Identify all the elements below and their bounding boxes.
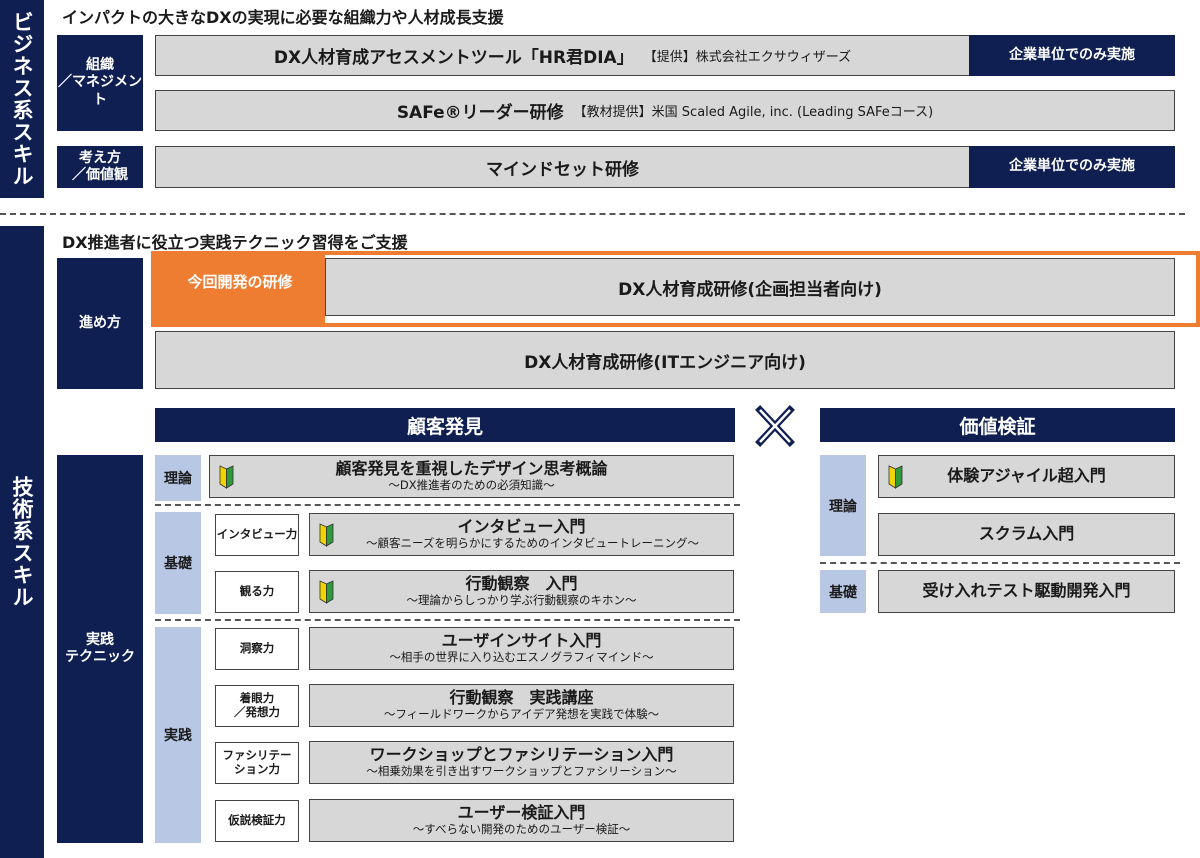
course-scrum-intro: スクラム入門 [878,513,1175,556]
skill-hypothesis: 仮説検証力 [215,800,299,842]
course-scrum-intro-title: スクラム入門 [978,524,1075,544]
value-level-theory: 理論 [820,455,866,556]
category-organization: 組織 ／マネジメント [57,35,143,131]
cross-icon [752,404,798,448]
course-observation-intro-title: 行動観察 入門 [465,574,578,594]
course-user-insight-title: ユーザインサイト入門 [441,631,602,651]
course-observation-practice: 行動観察 実践講座 ～フィールドワークからアイデア発想を実践で体験～ [309,684,734,727]
course-safe-leader-title: SAFe®リーダー研修 [396,103,564,123]
category-approach: 進め方 [57,258,143,389]
level-basic: 基礎 [155,512,201,614]
course-workshop-sub: ～相乗効果を引き出すワークショップとファシリーション～ [366,763,677,778]
course-design-thinking-sub: ～DX推進者のための必須知識～ [388,477,555,492]
course-user-insight: ユーザインサイト入門 ～相手の世界に入り込むエスノグラフィマインド～ [309,627,734,670]
company-only-tag: 企業単位でのみ実施 [969,146,1175,188]
value-level-basic: 基礎 [820,570,866,613]
course-mindset-title: マインドセット研修 [486,159,639,180]
level-theory: 理論 [155,455,201,501]
level-divider [155,504,740,506]
course-dx-planner: DX人材育成研修(企画担当者向け) [325,258,1175,316]
business-heading: インパクトの大きなDXの実現に必要な組織力や人材成長支援 [62,8,504,27]
course-atdd-intro: 受け入れテスト駆動開発入門 [878,570,1175,613]
course-user-validation-title: ユーザー検証入門 [457,803,586,823]
course-dx-planner-title: DX人材育成研修(企画担当者向け) [618,279,882,300]
course-interview-sub: ～顧客ニーズを明らかにするためのインタビュートレーニング～ [365,535,700,550]
course-safe-leader: SAFe®リーダー研修 【教材提供】米国 Scaled Agile, inc. … [155,90,1175,131]
level-divider [155,619,740,621]
tech-heading: DX推進者に役立つ実践テクニック習得をご支援 [62,233,408,252]
course-agile-intro-title: 体験アジャイル超入門 [947,466,1106,486]
category-mindset: 考え方 ／価値観 [57,146,143,188]
course-observation-practice-title: 行動観察 実践講座 [449,688,594,708]
customer-discovery-header: 顧客発見 [155,408,735,442]
course-atdd-intro-title: 受け入れテスト駆動開発入門 [922,581,1131,601]
beginner-mark-icon [319,579,334,604]
course-interview-title: インタビュー入門 [457,517,586,537]
course-user-validation: ユーザー検証入門 ～すべらない開発のためのユーザー検証～ [309,799,734,842]
beginner-mark-icon [888,464,903,489]
course-agile-intro: 体験アジャイル超入門 [878,455,1175,498]
course-observation-intro: 行動観察 入門 ～理論からしっかり学ぶ行動観察のキホン～ [309,570,734,613]
course-user-validation-sub: ～すべらない開発のためのユーザー検証～ [412,821,631,836]
course-design-thinking: 顧客発見を重視したデザイン思考概論 ～DX推進者のための必須知識～ [209,455,734,498]
tech-skills-band: 技術系スキル [0,226,44,858]
skill-interview: インタビュー力 [215,514,299,556]
category-practical-technique: 実践 テクニック [57,455,143,843]
skill-facilitation: ファシリテー ション力 [215,742,299,784]
course-observation-intro-sub: ～理論からしっかり学ぶ行動観察のキホン～ [406,592,637,607]
section-divider [0,213,1185,215]
course-workshop-title: ワークショップとファシリテーション入門 [369,745,674,765]
course-observation-practice-sub: ～フィールドワークからアイデア発想を実践で体験～ [383,706,660,721]
course-dx-engineer-title: DX人材育成研修(ITエンジニア向け) [524,352,806,373]
level-practice: 実践 [155,627,201,843]
course-hr-dia-note: 【提供】株式会社エクサウィザーズ [643,50,852,65]
course-hr-dia-title: DX人材育成アセスメントツール「HR君DIA」 [273,48,634,68]
course-interview: インタビュー入門 ～顧客ニーズを明らかにするためのインタビュートレーニング～ [309,513,734,556]
beginner-mark-icon [219,464,234,489]
skill-observation: 観る力 [215,571,299,613]
business-skills-label: ビジネス系スキル [10,11,34,187]
skill-insight: 洞察力 [215,628,299,670]
company-only-tag: 企業単位でのみ実施 [969,35,1175,76]
new-course-label-text: 今回開発の研修 [187,272,293,291]
course-design-thinking-title: 顧客発見を重視したデザイン思考概論 [335,459,608,479]
course-dx-engineer: DX人材育成研修(ITエンジニア向け) [155,331,1175,389]
business-skills-band: ビジネス系スキル [0,0,44,198]
course-safe-leader-note: 【教材提供】米国 Scaled Agile, inc. (Leading SAF… [573,105,934,120]
value-validation-header: 価値検証 [820,408,1175,442]
new-course-label: 今回開発の研修 [155,255,325,323]
course-user-insight-sub: ～相手の世界に入り込むエスノグラフィマインド～ [389,649,654,664]
level-divider [820,562,1180,564]
beginner-mark-icon [319,522,334,547]
skill-ideation: 着眼力 ／発想力 [215,685,299,727]
course-workshop: ワークショップとファシリテーション入門 ～相乗効果を引き出すワークショップとファ… [309,741,734,784]
tech-skills-label: 技術系スキル [10,476,34,608]
